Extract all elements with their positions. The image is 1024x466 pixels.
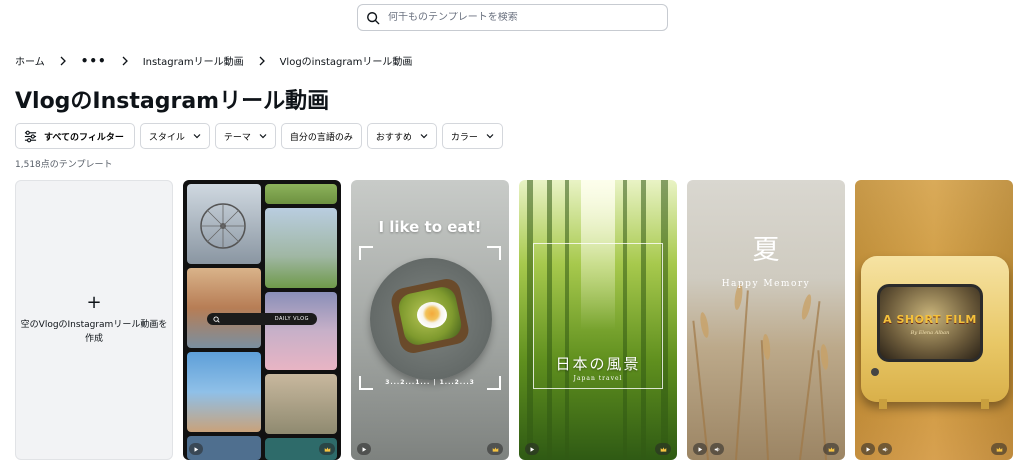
play-icon <box>189 443 203 455</box>
template-thumbnail <box>265 374 337 434</box>
daily-vlog-text: DAILY VLOG <box>274 316 309 322</box>
filter-bar: すべてのフィルター スタイル テーマ 自分の言語のみ おすすめ カラー <box>15 123 503 149</box>
chevron-right-icon <box>258 56 266 66</box>
chevron-down-icon <box>259 134 267 139</box>
template-thumbnail <box>187 352 261 432</box>
template-card-daily-vlog[interactable]: DAILY VLOG <box>183 180 341 460</box>
sliders-icon <box>24 130 37 142</box>
template-subtitle: Japan travel <box>573 375 623 382</box>
template-thumbnail <box>265 208 337 288</box>
breadcrumb-current: Vlogのinstagramリール動画 <box>279 57 413 68</box>
color-filter-dropdown[interactable]: カラー <box>441 123 503 149</box>
template-card-summer-memory[interactable]: 夏 Happy Memory <box>687 180 845 460</box>
my-language-only-toggle[interactable]: 自分の言語のみ <box>280 123 362 149</box>
camera-frame <box>359 246 501 390</box>
search-input[interactable] <box>388 12 648 23</box>
style-filter-label: スタイル <box>148 131 185 142</box>
search-bar[interactable] <box>357 4 668 31</box>
theme-filter-dropdown[interactable]: テーマ <box>214 123 276 149</box>
crown-icon <box>991 443 1007 455</box>
search-icon <box>213 315 220 323</box>
chevron-right-icon <box>59 56 67 66</box>
template-subtitle: By Elena Alban <box>910 330 950 336</box>
template-card-short-film[interactable]: A SHORT FILM By Elena Alban <box>855 180 1013 460</box>
create-blank-label: 空のVlogのInstagramリール動画を作成 <box>20 320 168 344</box>
chevron-down-icon <box>420 134 428 139</box>
sound-icon <box>710 443 724 455</box>
template-thumbnail <box>265 292 337 370</box>
all-filters-label: すべてのフィルター <box>44 131 124 142</box>
countdown-text: 3...2...1... | 1...2...3 <box>385 379 475 386</box>
create-blank-card[interactable]: + 空のVlogのInstagramリール動画を作成 <box>15 180 173 460</box>
play-icon <box>357 443 371 455</box>
chevron-down-icon <box>193 134 201 139</box>
sort-label: おすすめ <box>375 131 412 142</box>
sound-icon <box>878 443 892 455</box>
page-title: VlogのInstagramリール動画 <box>15 89 330 114</box>
theme-filter-label: テーマ <box>223 131 251 142</box>
sort-recommended-dropdown[interactable]: おすすめ <box>366 123 437 149</box>
ferris-wheel-icon <box>200 203 246 249</box>
all-filters-button[interactable]: すべてのフィルター <box>15 123 135 149</box>
breadcrumb-home[interactable]: ホーム <box>15 53 45 68</box>
breadcrumb: ホーム ••• Instagramリール動画 Vlogのinstagramリール… <box>15 53 413 69</box>
daily-vlog-search-pill: DAILY VLOG <box>207 313 317 325</box>
style-filter-dropdown[interactable]: スタイル <box>139 123 210 149</box>
template-headline: I like to eat! <box>378 218 482 236</box>
play-icon <box>693 443 707 455</box>
plus-icon: + <box>86 292 102 313</box>
breadcrumb-more-button[interactable]: ••• <box>81 55 107 67</box>
template-card-japan-scenery[interactable]: 日本の風景 Japan travel <box>519 180 677 460</box>
template-grid: + 空のVlogのInstagramリール動画を作成 DAILY VLOG I … <box>15 180 1013 460</box>
play-icon <box>525 443 539 455</box>
template-subtitle: Happy Memory <box>721 279 811 289</box>
crown-icon <box>319 443 335 455</box>
template-thumbnail <box>187 268 261 348</box>
breadcrumb-instagram-reels[interactable]: Instagramリール動画 <box>143 53 244 68</box>
tv-knob <box>871 368 879 376</box>
chevron-right-icon <box>121 56 129 66</box>
search-icon <box>367 11 380 24</box>
crown-icon <box>823 443 839 455</box>
chevron-down-icon <box>486 134 494 139</box>
template-title: 夏 <box>752 235 780 266</box>
template-card-i-like-to-eat[interactable]: I like to eat! 3...2...1... | 1...2...3 <box>351 180 509 460</box>
color-filter-label: カラー <box>450 131 478 142</box>
my-language-only-label: 自分の言語のみ <box>289 131 353 142</box>
template-thumbnail <box>265 184 337 204</box>
template-title: A SHORT FILM <box>883 313 977 326</box>
crown-icon <box>487 443 503 455</box>
play-icon <box>861 443 875 455</box>
template-count: 1,518点のテンプレート <box>15 160 113 170</box>
crown-icon <box>655 443 671 455</box>
template-title: 日本の風景 <box>555 355 641 373</box>
